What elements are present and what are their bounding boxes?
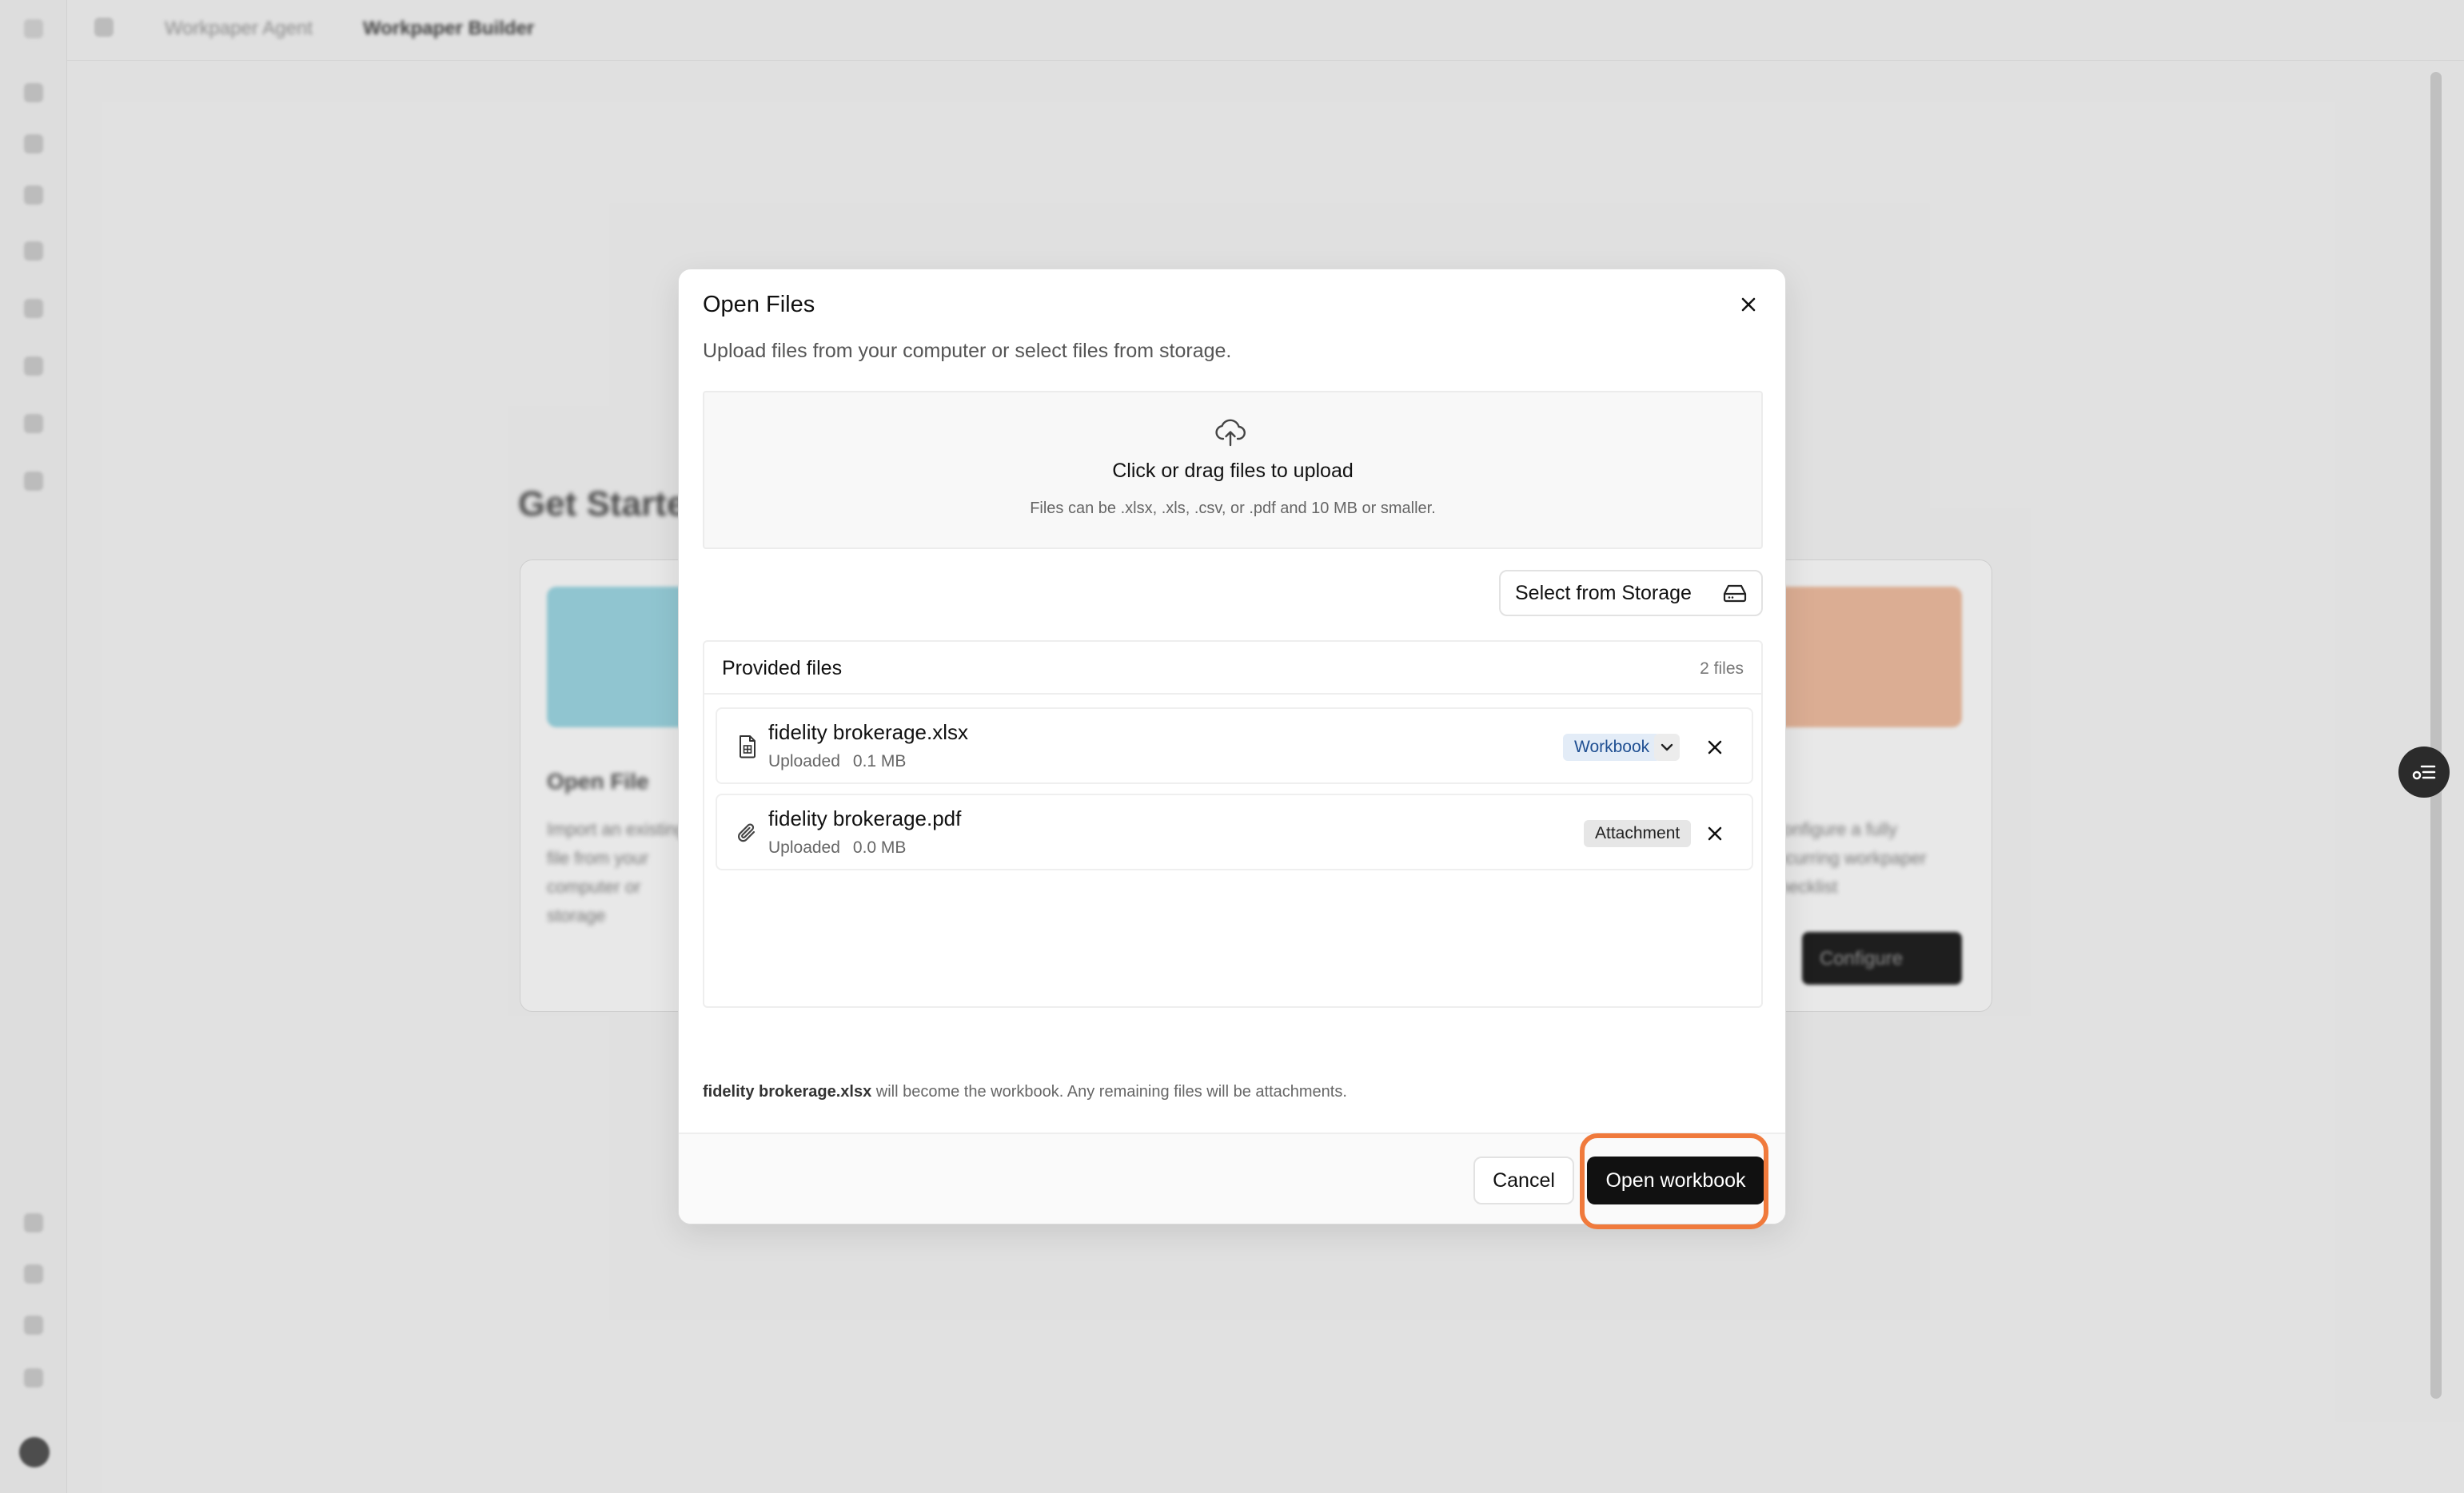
close-icon [1708, 826, 1722, 841]
file-size: 0.0 MB [852, 838, 907, 857]
remove-file-button[interactable] [1700, 819, 1729, 848]
chevron-down-icon [1661, 743, 1673, 751]
open-files-dialog: Open Files Upload files from your comput… [678, 269, 1786, 1224]
dropzone-subtitle: Files can be .xlsx, .xls, .csv, or .pdf … [1030, 500, 1436, 517]
close-button[interactable] [1736, 292, 1761, 317]
file-meta: Uploaded 0.1 MB [768, 752, 906, 771]
spreadsheet-file-icon [735, 733, 760, 760]
floating-menu-button[interactable] [2398, 746, 2450, 798]
attachment-role-badge: Attachment [1584, 820, 1692, 847]
file-row-pdf: fidelity brokerage.pdf Uploaded 0.0 MB At… [716, 794, 1753, 870]
dropzone-title: Click or drag files to upload [1112, 460, 1354, 482]
file-status: Uploaded [768, 752, 840, 770]
file-status: Uploaded [768, 838, 840, 857]
hard-drive-icon [1721, 581, 1748, 605]
remove-file-button[interactable] [1700, 733, 1729, 762]
file-name: fidelity brokerage.xlsx [768, 720, 968, 744]
dialog-title: Open Files [703, 292, 815, 317]
file-row-xlsx: fidelity brokerage.xlsx Uploaded 0.1 MB W… [716, 707, 1753, 784]
open-workbook-button[interactable]: Open workbook [1587, 1157, 1764, 1204]
dialog-description: Upload files from your computer or selec… [703, 340, 1232, 362]
provided-files-title: Provided files [722, 657, 843, 679]
provided-files-panel: Provided files 2 files fidelity brokerag… [703, 640, 1763, 1008]
close-icon [1708, 740, 1722, 754]
files-count: 2 files [1700, 659, 1744, 678]
role-dropdown-button[interactable] [1654, 734, 1680, 761]
file-size: 0.1 MB [852, 752, 907, 770]
cancel-button[interactable]: Cancel [1473, 1157, 1574, 1204]
list-settings-icon [2412, 765, 2436, 780]
workbook-note: fidelity brokerage.xlsx will become the … [703, 1083, 1347, 1101]
close-icon [1741, 297, 1756, 312]
file-meta: Uploaded 0.0 MB [768, 838, 906, 858]
upload-dropzone[interactable]: Click or drag files to upload Files can … [703, 391, 1763, 549]
workbook-note-filename: fidelity brokerage.xlsx [703, 1083, 872, 1101]
provided-files-header: Provided files 2 files [704, 642, 1761, 695]
workbook-role-badge[interactable]: Workbook [1563, 734, 1661, 761]
select-from-storage-label: Select from Storage [1515, 581, 1692, 604]
cloud-upload-icon [1215, 419, 1246, 447]
workbook-note-text: will become the workbook. Any remaining … [871, 1083, 1347, 1101]
paperclip-icon [735, 819, 760, 846]
dialog-footer: Cancel Open workbook [679, 1133, 1785, 1224]
file-name: fidelity brokerage.pdf [768, 806, 962, 830]
select-from-storage-button[interactable]: Select from Storage [1499, 570, 1763, 616]
